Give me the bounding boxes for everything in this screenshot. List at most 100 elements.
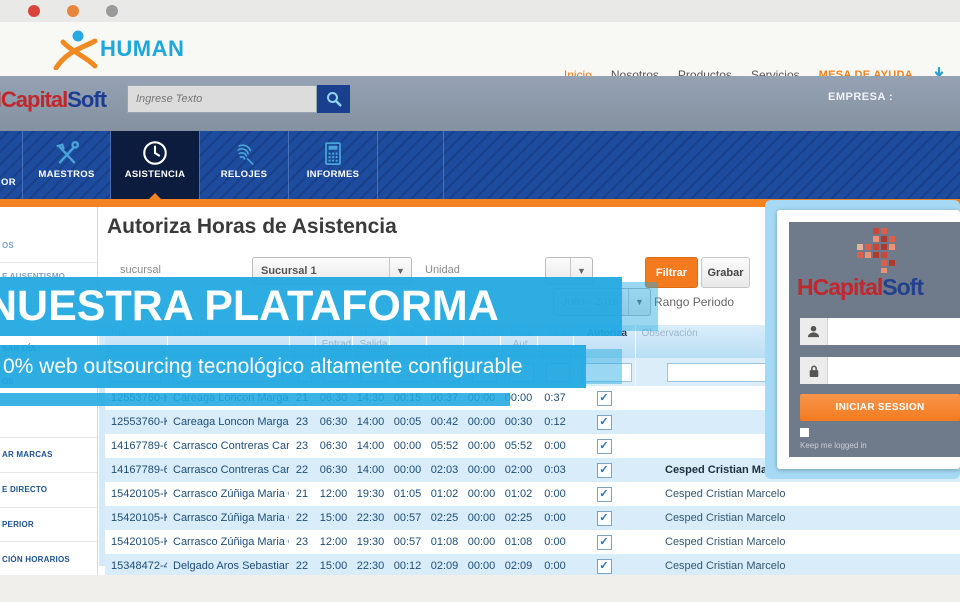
observacion-cell: Cesped Cristian Marcelo bbox=[635, 530, 960, 554]
table-cell: Carrasco Zúñiga Maria Camila bbox=[167, 530, 289, 554]
human-logo-icon bbox=[52, 28, 98, 70]
autoriza-checkbox[interactable] bbox=[597, 487, 612, 502]
site-logo-text: HUMAN bbox=[100, 36, 184, 62]
tools-icon bbox=[53, 139, 81, 167]
sidebar-item[interactable]: E DIRECTO bbox=[2, 485, 47, 494]
hcapitalsoft-mosaic-icon bbox=[843, 228, 907, 274]
table-cell: 22:30 bbox=[352, 554, 389, 575]
observacion-cell: Cesped Cristian Marcelo bbox=[635, 482, 960, 506]
iniciar-session-button[interactable]: INICIAR SESSION bbox=[800, 394, 960, 421]
table-cell: 05:52 bbox=[500, 434, 537, 458]
sucursal-label: sucursal bbox=[120, 264, 161, 276]
tab-maestros[interactable]: MAESTROS bbox=[23, 131, 110, 199]
autoriza-checkbox[interactable] bbox=[597, 415, 612, 430]
sidebar-item[interactable]: OS bbox=[2, 241, 14, 250]
table-cell: 15:00 bbox=[315, 506, 352, 530]
table-cell: Carrasco Zúñiga Maria Camila bbox=[167, 482, 289, 506]
app-header: HCapitalSoft EMPRESA : bbox=[0, 76, 960, 131]
login-brand-blue: Soft bbox=[882, 274, 923, 300]
observacion-cell: Cesped Cristian Marcelo bbox=[635, 506, 960, 530]
tab-label: OR bbox=[1, 177, 16, 188]
user-icon bbox=[800, 318, 828, 345]
page-background-bottom bbox=[0, 575, 960, 602]
tab-label: RELOJES bbox=[200, 169, 288, 180]
fingerprint-icon bbox=[230, 139, 258, 167]
table-cell: 19:30 bbox=[352, 482, 389, 506]
search-button[interactable] bbox=[317, 85, 350, 113]
table-cell: 14167789-6 bbox=[105, 434, 167, 458]
table-cell: 00:00 bbox=[463, 482, 500, 506]
table-cell: 22 bbox=[289, 554, 315, 575]
table-cell: 02:00 bbox=[500, 458, 537, 482]
window: HUMAN InicioNosotrosProductosServiciosME… bbox=[0, 0, 960, 602]
table-cell: 05:52 bbox=[426, 434, 463, 458]
autoriza-checkbox[interactable] bbox=[597, 559, 612, 574]
table-cell: 0:12 bbox=[537, 410, 573, 434]
table-cell: 0:00 bbox=[537, 482, 573, 506]
remember-me-label: Keep me logged in bbox=[800, 441, 867, 450]
grabar-button[interactable]: Grabar bbox=[701, 257, 750, 288]
login-brand-red: HCapital bbox=[797, 274, 882, 300]
sidebar-item[interactable]: CIÓN HORARIOS bbox=[2, 555, 70, 564]
table-cell: 02:03 bbox=[426, 458, 463, 482]
table-cell: 14167789-6 bbox=[105, 458, 167, 482]
sidebar-item[interactable]: AR MARCAS bbox=[2, 450, 53, 459]
login-brand: HCapitalSoft bbox=[797, 274, 923, 301]
tab-label: MAESTROS bbox=[23, 169, 110, 180]
hcapitalsoft-logo: HCapitalSoft bbox=[0, 87, 106, 113]
table-cell: 22:30 bbox=[352, 506, 389, 530]
table-cell: 02:09 bbox=[500, 554, 537, 575]
table-cell: Carrasco Zúñiga Maria Camila bbox=[167, 506, 289, 530]
tab-informes[interactable]: INFORMES bbox=[289, 131, 377, 199]
app-screenshot: HCapitalSoft EMPRESA : OR bbox=[0, 76, 960, 575]
table-cell: 15348472-4 bbox=[105, 554, 167, 575]
table-cell: 02:09 bbox=[426, 554, 463, 575]
banner-title-extension bbox=[622, 282, 658, 331]
table-cell: 00:00 bbox=[389, 434, 426, 458]
tab-asistencia[interactable]: ASISTENCIA bbox=[111, 131, 199, 199]
window-close-button[interactable] bbox=[28, 5, 40, 17]
table-cell: 00:00 bbox=[463, 434, 500, 458]
tab-partial[interactable]: OR bbox=[0, 131, 22, 199]
table-cell: 0:00 bbox=[537, 434, 573, 458]
search-icon bbox=[326, 91, 342, 107]
autoriza-checkbox[interactable] bbox=[597, 463, 612, 478]
window-maximize-button[interactable] bbox=[106, 5, 118, 17]
table-cell: 15420105-K bbox=[105, 482, 167, 506]
table-cell: 06:30 bbox=[315, 410, 352, 434]
autoriza-checkbox[interactable] bbox=[597, 535, 612, 550]
username-field-row bbox=[800, 318, 960, 345]
table-cell: 21 bbox=[289, 482, 315, 506]
table-cell: 00:00 bbox=[463, 458, 500, 482]
table-cell: 19:30 bbox=[352, 530, 389, 554]
autoriza-checkbox[interactable] bbox=[597, 511, 612, 526]
autoriza-checkbox[interactable] bbox=[597, 439, 612, 454]
table-cell: 12:00 bbox=[315, 482, 352, 506]
login-panel: HCapitalSoft INICIAR SESSION Keep me log… bbox=[789, 222, 960, 457]
sidebar-item[interactable]: PERIOR bbox=[2, 520, 34, 529]
human-logo[interactable]: HUMAN bbox=[52, 28, 184, 70]
table-cell: 00:00 bbox=[463, 506, 500, 530]
tab-relojes[interactable]: RELOJES bbox=[200, 131, 288, 199]
window-minimize-button[interactable] bbox=[67, 5, 79, 17]
empresa-label: EMPRESA : bbox=[828, 91, 893, 103]
table-cell: 14:00 bbox=[352, 410, 389, 434]
remember-me-checkbox[interactable] bbox=[800, 428, 809, 437]
rango-periodo-label: Rango Periodo bbox=[654, 295, 734, 309]
search-input[interactable] bbox=[127, 85, 317, 113]
table-cell: 0:37 bbox=[537, 386, 573, 410]
table-cell: 00:00 bbox=[463, 410, 500, 434]
sidebar: OS E AUSENTISMO SO SAR DÍA OS AR MARCAS … bbox=[0, 207, 98, 575]
table-cell: 15420105-K bbox=[105, 506, 167, 530]
table-cell: 02:25 bbox=[500, 506, 537, 530]
table-cell: 00:42 bbox=[426, 410, 463, 434]
browser-titlebar bbox=[0, 0, 960, 22]
table-cell: 00:00 bbox=[463, 530, 500, 554]
autoriza-checkbox[interactable] bbox=[597, 391, 612, 406]
table-cell: 00:00 bbox=[389, 458, 426, 482]
table-cell: 12553760-K bbox=[105, 410, 167, 434]
username-input[interactable] bbox=[828, 318, 960, 345]
password-input[interactable] bbox=[828, 357, 960, 384]
table-cell: 01:02 bbox=[500, 482, 537, 506]
table-cell: 01:05 bbox=[389, 482, 426, 506]
